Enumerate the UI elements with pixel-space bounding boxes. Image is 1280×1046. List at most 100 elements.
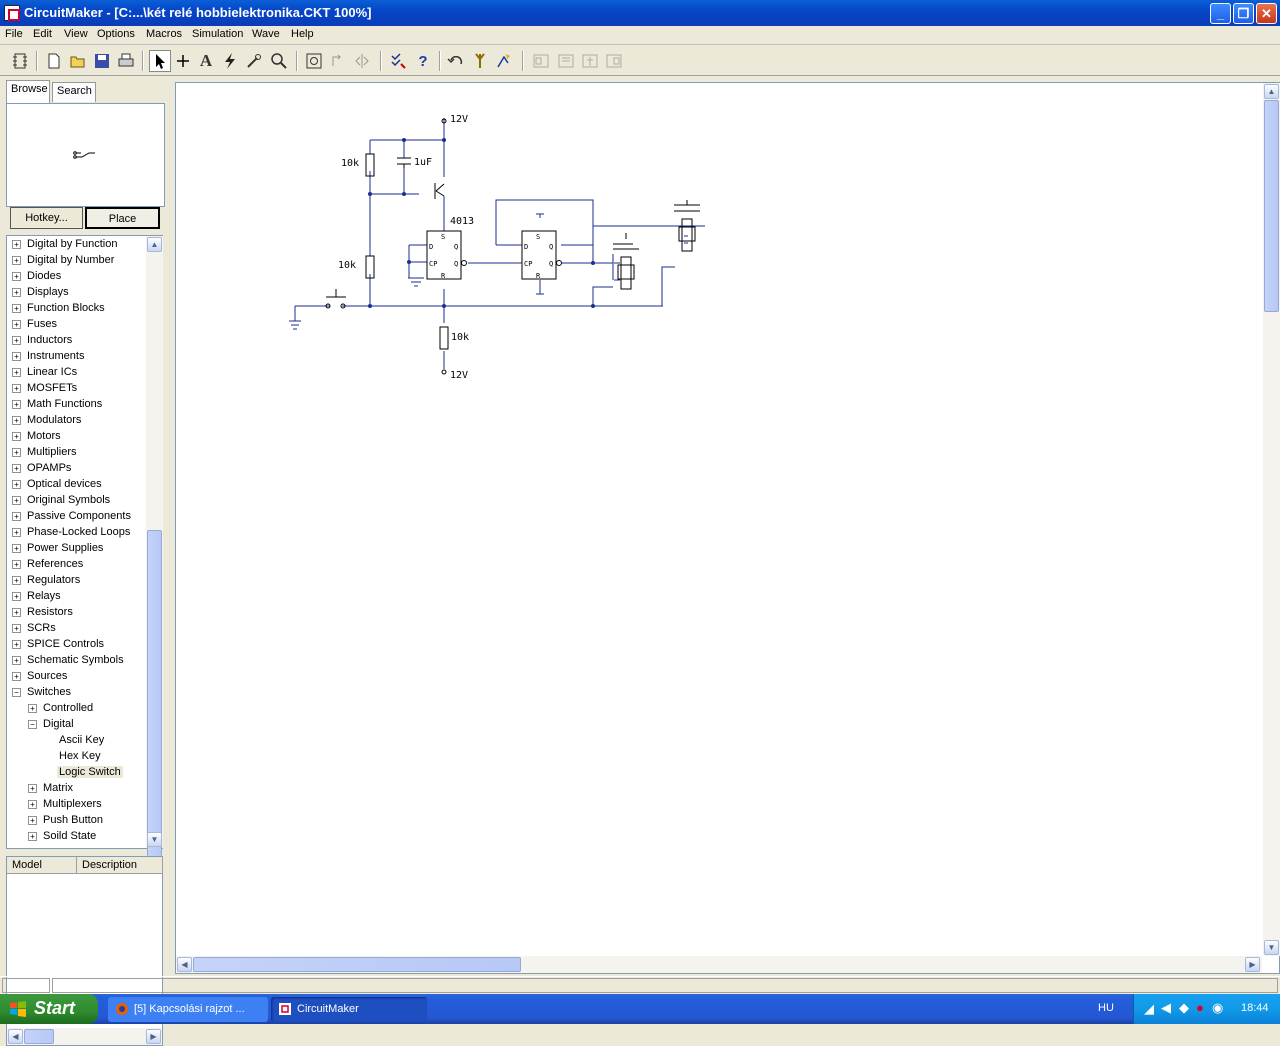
volume-icon[interactable]: ◀ — [1161, 1000, 1171, 1016]
scroll-up-icon[interactable]: ▲ — [1264, 84, 1279, 99]
tree-item[interactable]: + SCRs — [7, 621, 147, 637]
place-button[interactable]: Place — [85, 207, 160, 229]
column-description[interactable]: Description — [77, 857, 163, 874]
tree-item[interactable]: + Schematic Symbols — [7, 653, 147, 669]
expand-icon[interactable]: + — [12, 640, 21, 649]
tree-item[interactable]: + Digital by Function — [7, 237, 147, 253]
expand-icon[interactable]: + — [12, 384, 21, 393]
align-right-icon[interactable] — [603, 50, 625, 72]
expand-icon[interactable]: + — [12, 576, 21, 585]
expand-icon[interactable]: + — [12, 336, 21, 345]
tree-item[interactable]: Logic Switch — [7, 765, 147, 781]
tab-search[interactable]: Search — [52, 82, 96, 102]
tree-item[interactable]: + Controlled — [7, 701, 147, 717]
zoom-fit-icon[interactable] — [303, 50, 325, 72]
title-bar[interactable]: CircuitMaker - [C:...\két relé hobbielek… — [0, 0, 1280, 26]
update-icon[interactable]: ◉ — [1212, 1000, 1223, 1016]
task-circuitmaker[interactable]: CircuitMaker — [271, 997, 427, 1022]
mirror-icon[interactable] — [351, 50, 373, 72]
tree-item[interactable]: + Resistors — [7, 605, 147, 621]
expand-icon[interactable]: + — [28, 816, 37, 825]
schematic-canvas[interactable]: 12V 10k 1uF 4013 10k 10k 12V S D Q CP Q … — [176, 83, 1262, 956]
schematic-diagram[interactable]: 12V 10k 1uF 4013 10k 10k 12V S D Q CP Q … — [176, 83, 1262, 956]
network-icon[interactable]: ◢ — [1144, 1001, 1154, 1017]
component-icon[interactable] — [9, 50, 31, 72]
step-icon[interactable] — [493, 50, 515, 72]
canvas-vscroll-thumb[interactable] — [1264, 100, 1279, 312]
tree-item[interactable]: + Optical devices — [7, 477, 147, 493]
tree-item[interactable]: + Function Blocks — [7, 301, 147, 317]
scroll-down-icon[interactable]: ▼ — [1264, 940, 1279, 955]
menu-simulation[interactable]: Simulation — [192, 28, 243, 40]
tree-item[interactable]: − Switches — [7, 685, 147, 701]
expand-icon[interactable]: + — [12, 352, 21, 361]
tree-item[interactable]: + Math Functions — [7, 397, 147, 413]
print-icon[interactable] — [115, 50, 137, 72]
expand-icon[interactable]: + — [12, 672, 21, 681]
tree-scrollbar[interactable]: ▲ ▼ — [146, 236, 163, 894]
expand-icon[interactable]: + — [12, 496, 21, 505]
menu-options[interactable]: Options — [97, 28, 135, 40]
tree-item[interactable]: − Digital — [7, 717, 147, 733]
tree-item[interactable]: + Fuses — [7, 317, 147, 333]
expand-icon[interactable]: + — [12, 656, 21, 665]
expand-icon[interactable]: + — [28, 832, 37, 841]
expand-icon[interactable]: + — [12, 512, 21, 521]
scroll-left-icon[interactable]: ◀ — [8, 1029, 23, 1044]
tree-item[interactable]: Ascii Key — [7, 733, 147, 749]
clock[interactable]: 18:44 — [1241, 1002, 1269, 1014]
menu-edit[interactable]: Edit — [33, 28, 52, 40]
hotkey-button[interactable]: Hotkey... — [10, 207, 83, 229]
tree-item[interactable]: + OPAMPs — [7, 461, 147, 477]
tree-item[interactable]: + Relays — [7, 589, 147, 605]
tree-item[interactable]: + Push Button — [7, 813, 147, 829]
expand-icon[interactable]: + — [12, 544, 21, 553]
expand-icon[interactable]: + — [12, 272, 21, 281]
save-icon[interactable] — [91, 50, 113, 72]
tree-item[interactable]: + Passive Components — [7, 509, 147, 525]
align-center-icon[interactable] — [579, 50, 601, 72]
tree-item[interactable]: + Digital by Number — [7, 253, 147, 269]
scroll-right-icon[interactable]: ▶ — [146, 1029, 161, 1044]
menu-macros[interactable]: Macros — [146, 28, 182, 40]
help-icon[interactable]: ? — [412, 50, 434, 72]
expand-icon[interactable]: + — [12, 464, 21, 473]
scroll-right-icon[interactable]: ▶ — [1245, 957, 1260, 972]
collapse-icon[interactable]: − — [12, 688, 21, 697]
restore-button[interactable]: ❐ — [1233, 3, 1254, 24]
tree-item[interactable]: + Linear ICs — [7, 365, 147, 381]
menu-file[interactable]: File — [5, 28, 23, 40]
undo-icon[interactable] — [445, 50, 467, 72]
text-icon[interactable]: A — [195, 50, 217, 72]
wand-icon[interactable] — [243, 50, 265, 72]
expand-icon[interactable]: + — [12, 560, 21, 569]
wire-icon[interactable] — [172, 50, 194, 72]
probe-icon[interactable] — [219, 50, 241, 72]
canvas-hscroll-thumb[interactable] — [193, 957, 521, 972]
tree-item[interactable]: + References — [7, 557, 147, 573]
component-tree[interactable]: + Digital by Function + Digital by Number + D… — [6, 235, 163, 849]
tree-item[interactable]: + Original Symbols — [7, 493, 147, 509]
expand-icon[interactable]: + — [12, 624, 21, 633]
tree-item[interactable]: + Diodes — [7, 269, 147, 285]
task-firefox[interactable]: [5] Kapcsolási rajzot ... — [108, 997, 268, 1022]
expand-icon[interactable]: + — [12, 288, 21, 297]
menu-view[interactable]: View — [64, 28, 88, 40]
menu-wave[interactable]: Wave — [252, 28, 280, 40]
expand-icon[interactable]: + — [12, 400, 21, 409]
tree-item[interactable]: + Multipliers — [7, 445, 147, 461]
expand-icon[interactable]: + — [12, 528, 21, 537]
scroll-up-icon[interactable]: ▲ — [147, 237, 162, 252]
expand-icon[interactable]: + — [12, 320, 21, 329]
expand-icon[interactable]: + — [12, 480, 21, 489]
zoom-icon[interactable] — [268, 50, 290, 72]
expand-icon[interactable]: + — [28, 800, 37, 809]
tree-item[interactable]: + Regulators — [7, 573, 147, 589]
tree-item[interactable]: + Phase-Locked Loops — [7, 525, 147, 541]
expand-icon[interactable]: + — [12, 304, 21, 313]
tab-browse[interactable]: Browse — [6, 80, 50, 103]
tree-item[interactable]: + Motors — [7, 429, 147, 445]
model-hscrollbar[interactable]: ◀ ▶ — [7, 1028, 162, 1045]
collapse-icon[interactable]: − — [28, 720, 37, 729]
start-button[interactable]: Start — [0, 994, 98, 1024]
